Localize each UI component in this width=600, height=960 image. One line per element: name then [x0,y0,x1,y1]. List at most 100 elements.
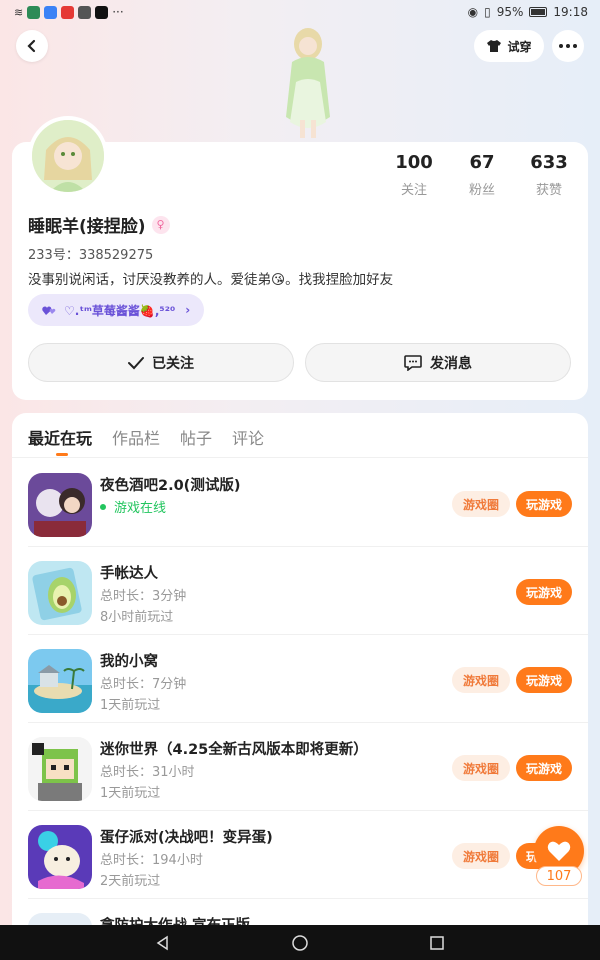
game-last-played: 8小时前玩过 [100,610,174,625]
game-row[interactable]: 夜色酒吧2.0(测试版) 游戏在线 游戏圈 玩游戏 [12,459,588,547]
home-circle-icon[interactable] [291,934,309,952]
recents-square-icon[interactable] [429,935,445,951]
game-playtime: 总时长：31小时 [100,765,195,780]
bar-game-art [28,473,92,537]
avatar-character-image [286,28,330,138]
game-playtime: 总时长：194小时 [100,853,203,868]
recent-games-card: 最近在玩 作品栏 帖子 评论 夜色酒吧2.0(测试版) 游戏在线 游戏圈 玩游戏 [12,413,588,933]
vibrate-icon: ▯ [484,5,491,19]
stat-likes[interactable]: 633 获赞 [519,152,579,198]
game-row[interactable]: 手帐达人 总时长：3分钟 8小时前玩过 玩游戏 [12,547,588,635]
stat-following[interactable]: 100 关注 [384,152,444,198]
tab-works[interactable]: 作品栏 [112,425,160,449]
game-title: 我的小窝 [100,654,158,670]
check-icon [128,356,144,369]
game-circle-button[interactable]: 游戏圈 [452,491,510,517]
chat-app-icon [78,5,92,19]
status-icons-right: ◉ ▯ 95% 19:18 [468,5,588,19]
friend-tag-label: ♡.ᵗᵐ草莓酱酱🍓,⁵²⁰ [64,303,176,318]
game-circle-button[interactable]: 游戏圈 [452,843,510,869]
tiktok-icon [95,5,109,19]
try-on-label: 试穿 [507,39,532,54]
battery-icon [529,7,548,17]
avatar[interactable] [28,116,108,196]
message-icon [404,354,422,371]
game-last-played: 1天前玩过 [100,698,161,713]
game-row[interactable]: 蛋仔派对(决战吧！变异蛋) 总时长：194小时 2天前玩过 游戏圈 玩游戏 [12,811,588,899]
game-title: 蛋仔派对(决战吧！变异蛋) [100,830,273,846]
journal-game-art [28,561,92,625]
stat-value: 633 [530,152,568,173]
game-last-played: 2天前玩过 [100,874,161,889]
more-dots-icon: ··· [112,5,124,19]
avatar-image [32,120,104,192]
battery-percent: 95% [496,5,524,19]
heart-icon [547,841,571,861]
game-title: 手帐达人 [100,566,158,582]
more-horizontal-icon [559,44,577,48]
tab-comments[interactable]: 评论 [232,425,264,449]
stat-label: 粉丝 [468,183,495,198]
home-game-art [28,649,92,713]
friend-tag-pill[interactable]: ♡.ᵗᵐ草莓酱酱🍓,⁵²⁰ › [28,294,205,326]
back-button[interactable] [16,30,48,62]
game-circle-button[interactable]: 游戏圈 [452,755,510,781]
game-icon [28,649,92,713]
play-game-button[interactable]: 玩游戏 [516,667,572,693]
username-row: 睡眠羊(接捏脸) ♀ [28,212,170,237]
send-message-button[interactable]: 发消息 [305,343,571,382]
try-on-button[interactable]: 试穿 [474,30,544,62]
gender-female-icon: ♀ [151,215,170,234]
followed-button[interactable]: 已关注 [28,343,294,382]
followed-label: 已关注 [152,355,194,372]
tab-active-indicator [56,453,68,456]
wifi-icon: ≋ [14,5,24,19]
mini-world-game-art [28,737,92,801]
tab-posts[interactable]: 帖子 [180,425,212,449]
tab-label: 最近在玩 [28,429,93,448]
game-playtime: 总时长：7分钟 [100,677,187,692]
game-last-played: 1天前玩过 [100,786,161,801]
username: 睡眠羊(接捏脸) [28,217,146,237]
stat-label: 关注 [400,183,427,198]
hearts-icon [42,306,56,315]
stat-label: 获赞 [535,183,562,198]
play-game-button[interactable]: 玩游戏 [516,755,572,781]
game-icon [28,737,92,801]
eye-icon: ◉ [467,5,479,19]
tabs-divider [12,457,588,458]
play-game-button[interactable]: 玩游戏 [516,579,572,605]
chevron-left-icon [27,39,36,53]
clock: 19:18 [553,5,588,19]
stat-value: 100 [395,152,433,173]
game-icon [28,561,92,625]
game-playtime: 总时长：3分钟 [100,589,187,604]
game-row[interactable]: 我的小窝 总时长：7分钟 1天前玩过 游戏圈 玩游戏 [12,635,588,723]
game-online-status: 游戏在线 [100,497,166,516]
send-message-label: 发消息 [430,355,472,372]
eggy-party-game-art [28,825,92,889]
tab-recent-played[interactable]: 最近在玩 [28,425,93,456]
game-icon [28,825,92,889]
shield-app-icon [44,5,58,19]
game-title: 迷你世界（4.25全新古风版本即将更新） [100,742,368,758]
red-app-icon [61,5,75,19]
play-game-button[interactable]: 玩游戏 [516,491,572,517]
chevron-right-icon: › [185,303,191,317]
stat-followers[interactable]: 67 粉丝 [452,152,512,198]
game-title: 夜色酒吧2.0(测试版) [100,478,241,494]
back-triangle-icon[interactable] [155,935,171,951]
profile-tabs: 最近在玩 作品栏 帖子 评论 [28,425,264,456]
tshirt-icon [487,40,502,52]
user-bio: 没事别说闲话，讨厌没教养的人。爱徒弟😘。找我捏脸加好友 [28,272,394,288]
status-icons-left: ≋ ··· [14,5,124,19]
game-circle-button[interactable]: 游戏圈 [452,667,510,693]
system-nav-bar [0,925,600,960]
game-row[interactable]: 迷你世界（4.25全新古风版本即将更新） 总时长：31小时 1天前玩过 游戏圈 … [12,723,588,811]
more-options-button[interactable] [552,30,584,62]
like-count: 107 [536,866,582,886]
online-dot-icon [100,503,106,510]
stat-value: 67 [469,152,495,173]
user-id: 233号：338529275 [28,248,154,263]
network-icon [27,5,41,19]
